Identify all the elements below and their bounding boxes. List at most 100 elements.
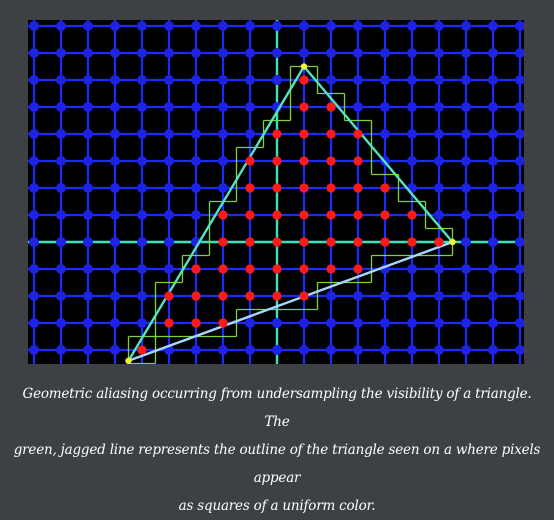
pixel-center-dot xyxy=(488,21,498,31)
pixel-center-dot xyxy=(515,129,524,139)
pixel-center-dot xyxy=(110,102,120,112)
pixel-center-dot xyxy=(56,21,66,31)
pixel-center-dot xyxy=(164,129,174,139)
pixel-center-dot xyxy=(83,264,93,274)
pixel-center-dot xyxy=(515,345,524,355)
covered-pixel-dot xyxy=(326,156,336,166)
covered-pixel-dot xyxy=(326,210,336,220)
pixel-center-dot xyxy=(191,156,201,166)
pixel-center-dot xyxy=(515,183,524,193)
pixel-center-dot xyxy=(56,345,66,355)
pixel-center-dot xyxy=(83,318,93,328)
pixel-center-dot xyxy=(245,129,255,139)
pixel-center-dot xyxy=(191,183,201,193)
pixel-center-dot xyxy=(137,75,147,85)
pixel-center-dot xyxy=(488,291,498,301)
covered-pixel-dot xyxy=(272,264,282,274)
pixel-center-dot xyxy=(137,102,147,112)
pixel-center-dot xyxy=(110,264,120,274)
pixel-center-dot xyxy=(110,183,120,193)
covered-pixel-dot xyxy=(245,156,255,166)
covered-pixel-dot xyxy=(191,318,201,328)
triangle-vertex xyxy=(125,357,132,364)
pixel-center-dot xyxy=(353,21,363,31)
aliasing-diagram xyxy=(28,20,524,364)
pixel-center-dot xyxy=(461,102,471,112)
covered-pixel-dot xyxy=(353,156,363,166)
covered-pixel-dot xyxy=(299,75,309,85)
caption-line-2: green, jagged line represents the outlin… xyxy=(13,442,541,486)
pixel-center-dot xyxy=(353,75,363,85)
covered-pixel-dot xyxy=(272,237,282,247)
pixel-center-dot xyxy=(434,75,444,85)
pixel-center-dot xyxy=(380,345,390,355)
pixel-center-dot xyxy=(515,264,524,274)
covered-pixel-dot xyxy=(218,318,228,328)
covered-pixel-dot xyxy=(353,237,363,247)
pixel-center-dot xyxy=(164,156,174,166)
pixel-center-dot xyxy=(461,21,471,31)
covered-pixel-dot xyxy=(326,129,336,139)
pixel-center-dot xyxy=(218,156,228,166)
covered-pixel-dot xyxy=(299,129,309,139)
pixel-center-dot xyxy=(434,48,444,58)
pixel-center-dot xyxy=(407,264,417,274)
pixel-center-dot xyxy=(29,291,39,301)
pixel-center-dot xyxy=(83,102,93,112)
pixel-center-dot xyxy=(272,21,282,31)
covered-pixel-dot xyxy=(434,237,444,247)
pixel-center-dot xyxy=(515,48,524,58)
pixel-center-dot xyxy=(164,21,174,31)
pixel-center-dot xyxy=(56,129,66,139)
pixel-center-dot xyxy=(218,129,228,139)
pixel-center-dot xyxy=(110,237,120,247)
pixel-center-dot xyxy=(326,345,336,355)
pixel-center-dot xyxy=(110,318,120,328)
covered-pixel-dot xyxy=(272,291,282,301)
pixel-center-dot xyxy=(83,129,93,139)
pixel-center-dot xyxy=(83,21,93,31)
pixel-center-dot xyxy=(110,21,120,31)
pixel-center-dot xyxy=(56,210,66,220)
pixel-center-dot xyxy=(83,75,93,85)
pixel-center-dot xyxy=(29,48,39,58)
pixel-center-dot xyxy=(434,264,444,274)
pixel-center-dot xyxy=(299,345,309,355)
pixel-center-dot xyxy=(380,129,390,139)
pixel-center-dot xyxy=(29,237,39,247)
covered-pixel-dot xyxy=(353,210,363,220)
pixel-center-dot xyxy=(434,345,444,355)
pixel-center-dot xyxy=(83,183,93,193)
pixel-center-dot xyxy=(218,102,228,112)
covered-pixel-dot xyxy=(326,237,336,247)
pixel-center-dot xyxy=(218,48,228,58)
pixel-center-dot xyxy=(56,156,66,166)
pixel-center-dot xyxy=(137,318,147,328)
pixel-center-dot xyxy=(29,345,39,355)
pixel-center-dot xyxy=(407,21,417,31)
pixel-center-dot xyxy=(353,48,363,58)
pixel-center-dot xyxy=(137,156,147,166)
pixel-center-dot xyxy=(137,237,147,247)
pixel-center-dot xyxy=(29,21,39,31)
pixel-center-dot xyxy=(56,48,66,58)
covered-pixel-dot xyxy=(245,183,255,193)
covered-pixel-dot xyxy=(218,264,228,274)
pixel-center-dot xyxy=(164,102,174,112)
pixel-center-dot xyxy=(29,129,39,139)
pixel-center-dot xyxy=(29,183,39,193)
pixel-center-dot xyxy=(137,21,147,31)
pixel-center-dot xyxy=(83,156,93,166)
pixel-center-dot xyxy=(299,48,309,58)
pixel-center-dot xyxy=(110,75,120,85)
pixel-center-dot xyxy=(272,75,282,85)
pixel-center-dot xyxy=(488,156,498,166)
pixel-center-dot xyxy=(353,291,363,301)
pixel-center-dot xyxy=(488,129,498,139)
pixel-center-dot xyxy=(434,129,444,139)
pixel-center-dot xyxy=(83,210,93,220)
pixel-center-dot xyxy=(488,318,498,328)
covered-pixel-dot xyxy=(245,291,255,301)
pixel-center-dot xyxy=(110,291,120,301)
pixel-center-dot xyxy=(137,291,147,301)
